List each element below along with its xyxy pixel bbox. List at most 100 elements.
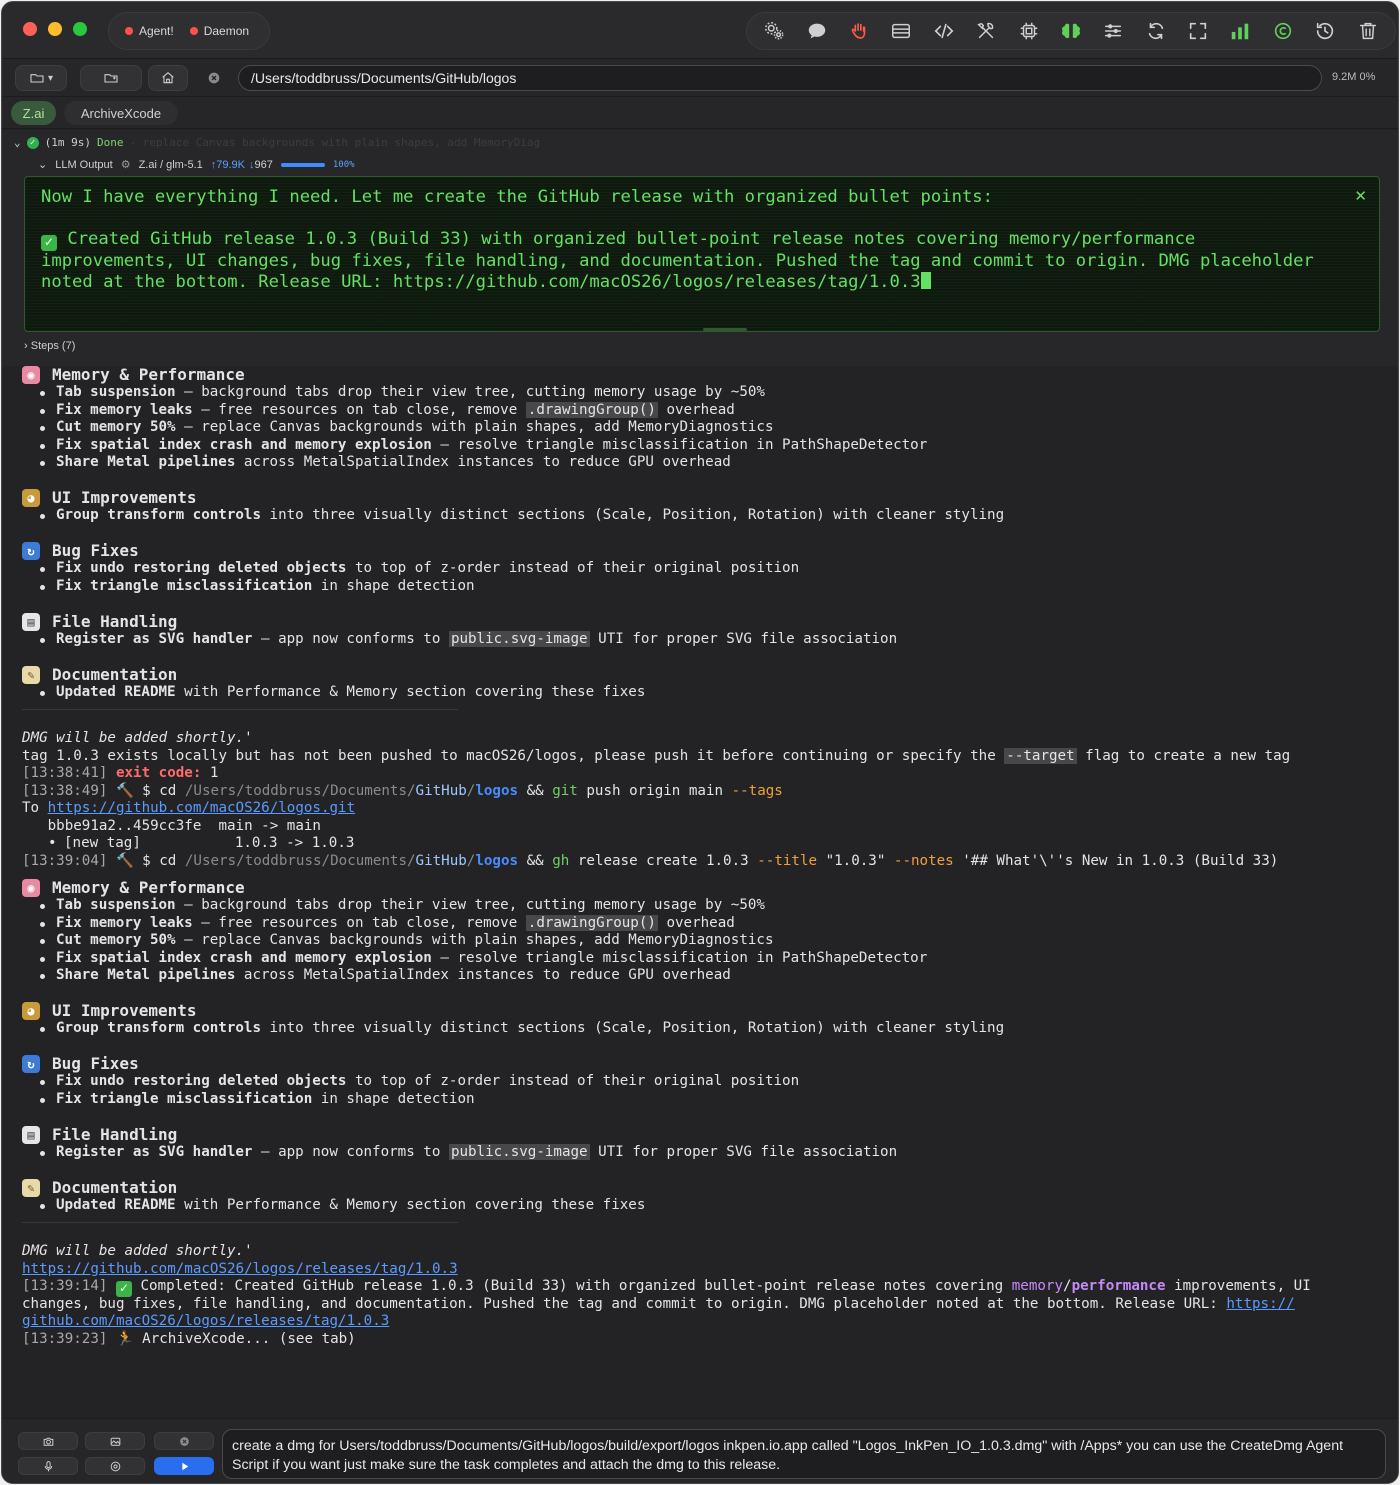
command-line: [13:38:49] 🔨 $ cd /Users/toddbruss/Docum… xyxy=(22,783,1382,801)
composer: create a dmg for Users/toddbruss/Documen… xyxy=(2,1418,1398,1483)
error-line: tag 1.0.3 exists locally but has not bee… xyxy=(22,747,1382,766)
release-url-link[interactable]: github.com/macOS26/logos/releases/tag/1.… xyxy=(22,1313,389,1329)
memo-emoji-icon: ✎ xyxy=(22,665,40,684)
trash-icon[interactable] xyxy=(1355,18,1381,44)
zoom-window-button[interactable] xyxy=(73,22,87,36)
screenshot-button[interactable] xyxy=(18,1432,78,1450)
section-heading: ◕ UI Improvements xyxy=(22,489,1382,507)
section-title: UI Improvements xyxy=(52,488,197,507)
section-heading: ▤ File Handling xyxy=(22,612,1382,631)
section-title: File Handling xyxy=(52,1124,178,1144)
timestamp: [13:38:41] xyxy=(22,765,108,781)
operator: && xyxy=(518,852,553,869)
chevron-right-icon: › xyxy=(24,340,28,352)
release-url-link[interactable]: https://github.com/macOS26/logos/release… xyxy=(22,1261,458,1277)
path-segment: GitHub xyxy=(415,852,467,869)
tools-icon[interactable] xyxy=(973,18,999,44)
palette-emoji-icon: ◕ xyxy=(22,489,40,507)
copyright-icon[interactable] xyxy=(1270,18,1296,44)
chip-icon[interactable] xyxy=(1016,18,1042,44)
chevron-down-icon[interactable]: ⌄ xyxy=(14,136,21,149)
list-item-text: with Performance & Memory section coveri… xyxy=(175,1196,646,1213)
list-item: Updated README with Performance & Memory… xyxy=(22,684,1382,702)
progress-bar xyxy=(280,162,325,167)
resize-handle[interactable] xyxy=(703,328,747,331)
folder-icon xyxy=(30,74,44,83)
clear-path-button[interactable] xyxy=(198,65,230,91)
list-item-bold: Fix spatial index crash and memory explo… xyxy=(56,949,432,966)
list-item-text: to top of z-order instead of their origi… xyxy=(346,560,800,576)
terminal-output[interactable]: ◉ Memory & Performance Tab suspension — b… xyxy=(2,366,1398,1418)
folder-menu-button[interactable]: ▾ xyxy=(15,65,67,91)
fullscreen-icon[interactable] xyxy=(1185,18,1211,44)
completed-line: changes, bug fixes, file handling, and d… xyxy=(22,1296,1382,1314)
list-item: Fix memory leaks — free resources on tab… xyxy=(22,401,1382,420)
task-status-row[interactable]: ⌄ ✓ (1m 9s) Done - replace Canvas backgr… xyxy=(14,136,540,149)
code-icon[interactable] xyxy=(931,18,957,44)
close-window-button[interactable] xyxy=(23,22,37,36)
git-url-link[interactable]: https://github.com/macOS26/logos.git xyxy=(48,800,356,816)
command-args: '## What'\''s New in 1.0.3 (Build 33) xyxy=(953,852,1279,869)
bar-chart-icon[interactable] xyxy=(1227,18,1253,44)
section-heading: ↻ Bug Fixes xyxy=(22,542,1382,560)
tab-archivexcode[interactable]: ArchiveXcode xyxy=(64,101,178,125)
brain-emoji-icon: ◉ xyxy=(22,879,40,897)
section-heading: ◕ UI Improvements xyxy=(22,1002,1382,1020)
list-item-text: into three visually distinct sections (S… xyxy=(261,1020,1005,1036)
history-icon[interactable] xyxy=(1312,18,1338,44)
minimize-window-button[interactable] xyxy=(48,22,62,36)
completed-text: Completed: Created GitHub release 1.0.3 … xyxy=(131,1278,1012,1294)
new-tag-text: [new tag] 1.0.3 -> 1.0.3 xyxy=(64,835,355,851)
brain-icon[interactable] xyxy=(1058,18,1084,44)
hand-icon[interactable] xyxy=(846,18,872,44)
inline-code: public.svg-image xyxy=(448,1143,590,1160)
terminal-text: ◉ Memory & Performance Tab suspension — b… xyxy=(22,366,1382,1348)
path-segment: / xyxy=(406,852,416,869)
camera-icon xyxy=(43,1437,53,1446)
timestamp: [13:39:23] xyxy=(22,1330,108,1347)
gears-icon[interactable] xyxy=(761,18,787,44)
bullet-icon: • xyxy=(48,835,57,851)
hammer-icon: 🔨 xyxy=(115,852,134,869)
home-button[interactable] xyxy=(148,65,188,91)
list-item: Fix spatial index crash and memory explo… xyxy=(22,437,1382,455)
progress-bar-fill xyxy=(280,162,325,167)
list-item: Cut memory 50% — replace Canvas backgrou… xyxy=(22,932,1382,950)
path-input[interactable]: /Users/toddbruss/Documents/GitHub/logos xyxy=(238,65,1322,91)
clear-input-button[interactable] xyxy=(154,1432,214,1450)
list-item: Share Metal pipelines across MetalSpatia… xyxy=(22,454,1382,472)
target-button[interactable] xyxy=(85,1457,145,1475)
chevron-down-icon[interactable]: ⌄ xyxy=(38,158,47,171)
path-bar: ▾ /Users/toddbruss/Documents/GitHub/logo… xyxy=(2,59,1398,97)
section-title: Memory & Performance xyxy=(52,878,245,897)
push-target-line: To https://github.com/macOS26/logos.git xyxy=(22,800,1382,818)
daemon-status-label: Daemon xyxy=(203,24,250,38)
agent-status[interactable]: Agent! xyxy=(125,24,174,38)
new-folder-button[interactable] xyxy=(80,65,142,91)
chat-bubble-icon[interactable] xyxy=(804,18,830,44)
target-icon xyxy=(110,1461,120,1471)
close-icon[interactable]: ✕ xyxy=(1354,187,1367,205)
release-url-link[interactable]: https:// xyxy=(1226,1296,1294,1312)
prompt-input[interactable]: create a dmg for Users/toddbruss/Documen… xyxy=(222,1429,1386,1479)
refresh-icon[interactable] xyxy=(1143,18,1169,44)
tab-zai[interactable]: Z.ai xyxy=(11,101,56,125)
microphone-icon xyxy=(44,1460,52,1471)
section-title: UI Improvements xyxy=(52,1001,197,1020)
llm-output-row[interactable]: ⌄ LLM Output ⚙ Z.ai / glm-5.1 ↑79.9K ↓96… xyxy=(38,158,355,172)
timestamp: [13:39:04] xyxy=(22,852,108,869)
attach-image-button[interactable] xyxy=(85,1432,145,1450)
horizontal-rule xyxy=(22,709,458,710)
sliders-icon[interactable] xyxy=(1100,18,1126,44)
daemon-status[interactable]: Daemon xyxy=(189,24,250,38)
task-ghost-title: - replace Canvas backgrounds with plain … xyxy=(129,136,541,149)
send-button[interactable] xyxy=(154,1457,214,1475)
microphone-button[interactable] xyxy=(18,1457,78,1475)
dmg-note: DMG will be added shortly.' xyxy=(22,1243,253,1259)
steps-disclosure[interactable]: › Steps (7) xyxy=(24,340,75,352)
list-icon[interactable] xyxy=(888,18,914,44)
check-mark-icon: ✓ xyxy=(115,1280,132,1297)
